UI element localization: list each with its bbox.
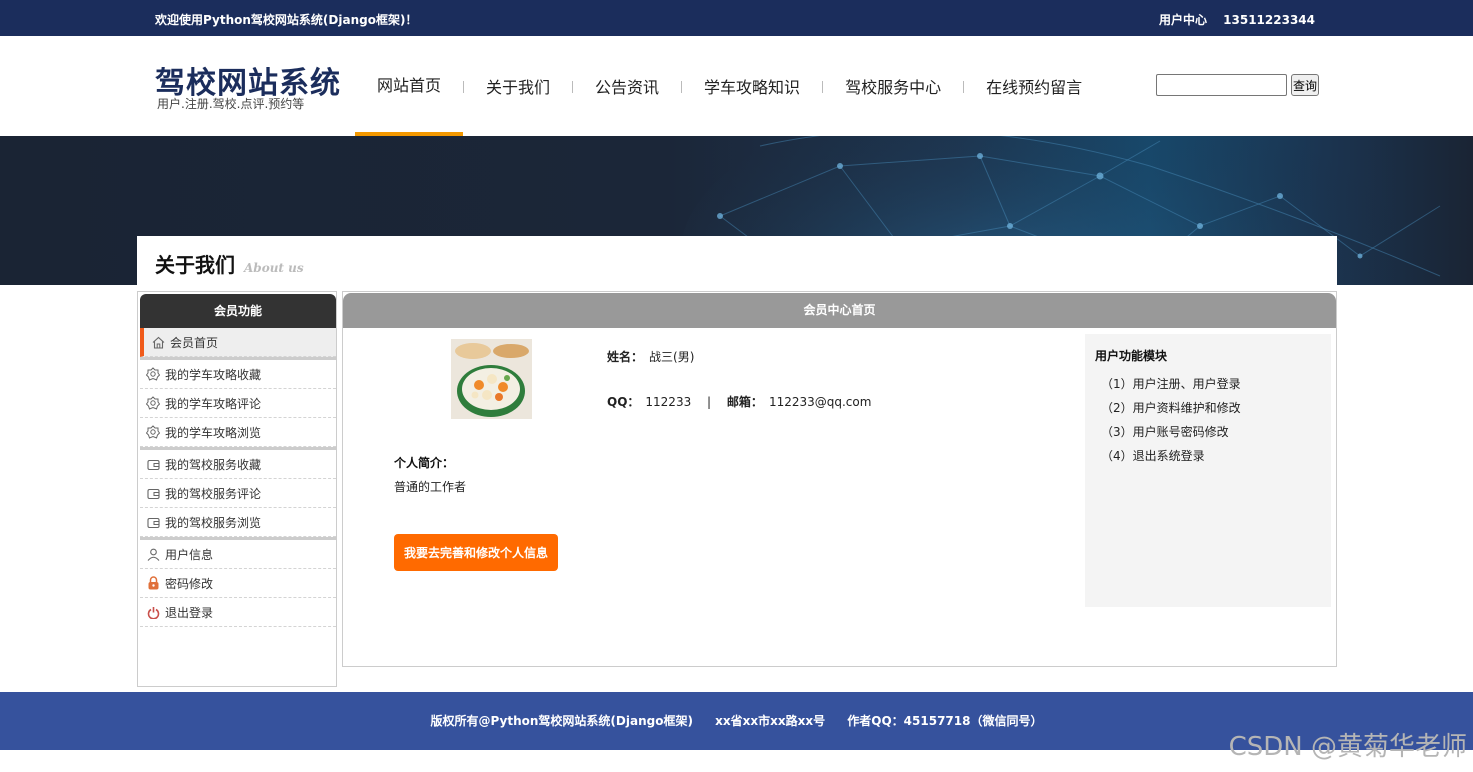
nav-home[interactable]: 网站首页 (355, 36, 464, 136)
member-main-panel: 会员中心首页 姓名： 战三(男) QQ： 112233 | 邮箱： 112233@qq… (342, 291, 1337, 667)
name-label: 姓名： (607, 350, 644, 364)
feature-module-title: 用户功能模块 (1095, 349, 1168, 363)
feature-item: （4）退出系统登录 (1101, 449, 1205, 463)
sidebar-item-service-history[interactable]: 我的驾校服务浏览 (140, 508, 336, 537)
csdn-watermark: CSDN @黄菊华老师 (1228, 732, 1467, 762)
lock-icon (146, 576, 160, 590)
page-title-box: 关于我们 About us (137, 236, 1337, 286)
user-center-link[interactable]: 用户中心 (1159, 13, 1207, 27)
member-sidebar: 会员功能 会员首页 我的学车攻略收藏 我的学车攻略评论 我的学车攻略浏览 我的驾… (137, 291, 337, 687)
user-contact-line: QQ： 112233 | 邮箱： 112233@qq.com (607, 393, 871, 410)
email-value: 112233@qq.com (768, 395, 872, 409)
edit-profile-button[interactable]: 我要去完善和修改个人信息 (394, 534, 558, 571)
sidebar-item-service-favorites[interactable]: 我的驾校服务收藏 (140, 450, 336, 479)
sidebar-item-label: 我的驾校服务评论 (165, 486, 262, 501)
user-name-line: 姓名： 战三(男) (607, 348, 694, 365)
footer-address: xx省xx市xx路xx号 (715, 714, 826, 728)
main-panel-title: 会员中心首页 (343, 293, 1336, 328)
badge-icon (146, 396, 160, 410)
feature-item: （3）用户账号密码修改 (1101, 425, 1229, 439)
wallet-icon (146, 457, 160, 471)
main-nav: 网站首页 关于我们 公告资讯 学车攻略知识 驾校服务中心 在线预约留言 (355, 36, 1104, 136)
badge-icon (146, 367, 160, 381)
sidebar-item-member-home[interactable]: 会员首页 (140, 328, 336, 357)
top-bar: 欢迎使用Python驾校网站系统(Django框架)！ 用户中心 1351122… (0, 0, 1473, 36)
sidebar-item-logout[interactable]: 退出登录 (140, 598, 336, 627)
nav-news[interactable]: 公告资讯 (573, 36, 681, 136)
sidebar-item-user-info[interactable]: 用户信息 (140, 540, 336, 569)
nav-about[interactable]: 关于我们 (464, 36, 572, 136)
sidebar-item-tips-comments[interactable]: 我的学车攻略评论 (140, 389, 336, 418)
search-button[interactable]: 查询 (1291, 74, 1319, 96)
intro-text: 普通的工作者 (394, 480, 467, 494)
name-value: 战三(男) (649, 350, 695, 364)
page-title-english: About us (244, 261, 304, 275)
nav-driving-tips[interactable]: 学车攻略知识 (682, 36, 822, 136)
sidebar-item-label: 退出登录 (165, 605, 214, 620)
footer-author: 作者QQ：45157718（微信同号） (847, 714, 1043, 728)
sidebar-item-label: 用户信息 (165, 547, 214, 562)
nav-booking-message[interactable]: 在线预约留言 (964, 36, 1104, 136)
sidebar-item-label: 会员首页 (170, 335, 219, 350)
sidebar-item-label: 我的驾校服务收藏 (165, 457, 262, 472)
wallet-icon (146, 515, 160, 529)
sidebar-item-label: 我的学车攻略评论 (165, 396, 262, 411)
power-icon (146, 605, 160, 619)
feature-item: （2）用户资料维护和修改 (1101, 401, 1241, 415)
phone-number: 13511223344 (1223, 13, 1315, 27)
sidebar-item-label: 我的学车攻略收藏 (165, 367, 262, 382)
badge-icon (146, 425, 160, 439)
footer-copyright: 版权所有@Python驾校网站系统(Django框架) (430, 714, 693, 728)
qq-label: QQ： (607, 395, 640, 409)
intro-label: 个人简介： (394, 456, 455, 470)
qq-value: 112233 (645, 395, 692, 409)
user-icon (146, 547, 160, 561)
contact-separator: | (707, 395, 712, 409)
sidebar-item-change-password[interactable]: 密码修改 (140, 569, 336, 598)
page-title: 关于我们 (155, 253, 235, 277)
welcome-text: 欢迎使用Python驾校网站系统(Django框架)！ (155, 13, 418, 27)
sidebar-item-label: 密码修改 (165, 576, 214, 591)
user-avatar[interactable] (451, 339, 532, 419)
sidebar-item-label: 我的驾校服务浏览 (165, 515, 262, 530)
feature-item: （1）用户注册、用户登录 (1101, 377, 1241, 391)
header: 驾校网站系统 用户.注册.驾校.点评.预约等 网站首页 关于我们 公告资讯 学车… (0, 36, 1473, 136)
sidebar-item-service-comments[interactable]: 我的驾校服务评论 (140, 479, 336, 508)
search-input[interactable] (1156, 74, 1287, 96)
top-bar-right: 用户中心 13511223344 (1147, 11, 1315, 28)
home-icon (151, 335, 165, 349)
wallet-icon (146, 486, 160, 500)
email-label: 邮箱： (726, 395, 763, 409)
sidebar-item-label: 我的学车攻略浏览 (165, 425, 262, 440)
sidebar-item-tips-favorites[interactable]: 我的学车攻略收藏 (140, 360, 336, 389)
nav-school-services[interactable]: 驾校服务中心 (823, 36, 963, 136)
sidebar-title: 会员功能 (140, 294, 336, 328)
feature-module-box: 用户功能模块 （1）用户注册、用户登录 （2）用户资料维护和修改 （3）用户账号… (1085, 334, 1331, 607)
sidebar-item-tips-history[interactable]: 我的学车攻略浏览 (140, 418, 336, 447)
site-logo-subtitle: 用户.注册.驾校.点评.预约等 (157, 97, 305, 111)
